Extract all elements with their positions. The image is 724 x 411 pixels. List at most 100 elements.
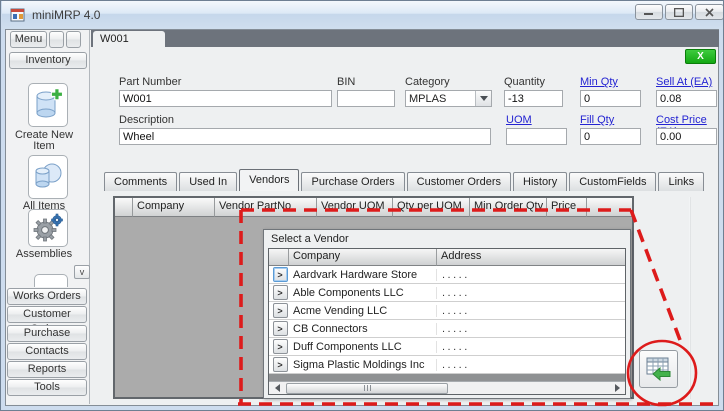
create-new-item-button[interactable] (28, 83, 68, 127)
horizontal-scrollbar[interactable] (269, 381, 625, 394)
select-row-button[interactable]: > (273, 357, 288, 372)
tab-vendors[interactable]: Vendors (239, 169, 299, 191)
vendor-row[interactable]: > Aardvark Hardware Store ..... (269, 266, 625, 284)
bin-label: BIN (337, 76, 355, 88)
row-selector-header (115, 198, 133, 217)
quantity-field[interactable] (504, 90, 563, 107)
tab-used-in[interactable]: Used In (179, 172, 237, 191)
fill-qty-link[interactable]: Fill Qty (580, 114, 614, 126)
sidebar-item-tools[interactable]: Tools (7, 379, 87, 396)
fill-qty-field[interactable] (580, 128, 641, 145)
gears-icon (31, 212, 65, 244)
vendor-list-empty-area (269, 374, 625, 381)
vendor-company: Sigma Plastic Moldings Inc (289, 359, 437, 371)
row-selector-header (269, 249, 289, 266)
select-vendor-popup: Select a Vendor Company Address > Aardva… (263, 229, 631, 399)
uom-link[interactable]: UOM (506, 114, 532, 126)
tab-customer-orders[interactable]: Customer Orders (407, 172, 511, 191)
part-number-field[interactable] (119, 90, 332, 107)
window-title: miniMRP 4.0 (32, 8, 100, 22)
sell-at-field[interactable] (656, 90, 717, 107)
maximize-button[interactable] (665, 4, 693, 20)
vendor-row[interactable]: > CB Connectors ..... (269, 320, 625, 338)
close-item-button[interactable]: X (685, 49, 716, 64)
minimize-icon (644, 8, 654, 16)
vendor-company: Duff Components LLC (289, 341, 437, 353)
vendor-address: ..... (437, 323, 625, 335)
pick-vendor-from-grid-button[interactable] (639, 350, 678, 388)
sidebar-inventory-button[interactable]: Inventory (9, 52, 87, 69)
column-header-price[interactable]: Price (547, 198, 587, 217)
column-header-vendor-partno[interactable]: Vendor PartNo (215, 198, 317, 217)
vendor-address: ..... (437, 359, 625, 371)
category-value: MPLAS (406, 91, 475, 106)
chevron-down-icon[interactable] (475, 91, 491, 106)
sidebar-item-reports[interactable]: Reports (7, 361, 87, 378)
tab-purchase-orders[interactable]: Purchase Orders (301, 172, 404, 191)
vendor-row[interactable]: > Acme Vending LLC ..... (269, 302, 625, 320)
sidebar-item-purchase-orders[interactable]: Purchase Orders (7, 325, 87, 342)
description-field[interactable] (119, 128, 491, 145)
select-row-button[interactable]: > (273, 267, 288, 282)
scrollbar-thumb[interactable] (286, 383, 448, 394)
close-button[interactable] (695, 4, 724, 20)
assemblies-label: Assemblies (4, 249, 84, 260)
vendor-row[interactable]: > Sigma Plastic Moldings Inc ..... (269, 356, 625, 374)
column-header-min-order-qty[interactable]: Min Order Qty (470, 198, 547, 217)
vendor-address: ..... (437, 341, 625, 353)
all-items-button[interactable] (28, 155, 68, 199)
popup-title: Select a Vendor (264, 230, 630, 245)
vendor-address: ..... (437, 287, 625, 299)
select-row-button[interactable]: > (273, 303, 288, 318)
sidebar-item-customer-orders[interactable]: Customer Orders (7, 306, 87, 323)
select-row-button[interactable]: > (273, 339, 288, 354)
sidebar-item-works-orders[interactable]: Works Orders (7, 288, 87, 305)
tab-comments[interactable]: Comments (104, 172, 177, 191)
title-bar: miniMRP 4.0 (2, 1, 724, 29)
cost-price-field[interactable] (656, 128, 717, 145)
column-header-filler (587, 198, 632, 217)
tab-w001[interactable]: W001 (93, 31, 165, 47)
tab-history[interactable]: History (513, 172, 567, 191)
menu-button[interactable]: Menu (10, 31, 47, 48)
assemblies-button[interactable] (28, 209, 68, 247)
close-icon (705, 8, 714, 17)
uom-field[interactable] (506, 128, 567, 145)
vendor-row[interactable]: > Able Components LLC ..... (269, 284, 625, 302)
pick-from-grid-icon (645, 356, 673, 382)
min-qty-field[interactable] (580, 90, 641, 107)
sidebar-item-contacts[interactable]: Contacts (7, 343, 87, 360)
app-icon (10, 7, 26, 23)
new-item-cylinder-plus-icon (31, 87, 65, 123)
scroll-left-icon[interactable] (269, 382, 285, 394)
part-number-label: Part Number (119, 76, 181, 88)
vendor-list-header: Company Address (269, 249, 625, 266)
select-row-button[interactable]: > (273, 321, 288, 336)
minimize-button[interactable] (635, 4, 663, 20)
column-header-company[interactable]: Company (289, 249, 437, 266)
vendor-row[interactable]: > Duff Components LLC ..... (269, 338, 625, 356)
min-qty-link[interactable]: Min Qty (580, 76, 618, 88)
toolbar-blank-button-2[interactable] (66, 31, 81, 48)
all-items-cylinders-icon (31, 160, 65, 194)
bin-field[interactable] (337, 90, 395, 107)
column-header-address[interactable]: Address (437, 249, 625, 266)
column-header-qty-per-uom[interactable]: Qty per UOM (393, 198, 470, 217)
sidebar-collapse-button[interactable]: v (74, 265, 90, 279)
hidden-icon-partial (34, 274, 68, 287)
column-header-company[interactable]: Company (133, 198, 215, 217)
vendor-list: Company Address > Aardvark Hardware Stor… (268, 248, 626, 395)
tab-customfields[interactable]: CustomFields (569, 172, 656, 191)
select-row-button[interactable]: > (273, 285, 288, 300)
column-header-vendor-uom[interactable]: Vendor UOM (317, 198, 393, 217)
sell-at-link[interactable]: Sell At (EA) (656, 76, 712, 88)
vendor-company: Able Components LLC (289, 287, 437, 299)
toolbar-blank-button-1[interactable] (49, 31, 64, 48)
vendor-address: ..... (437, 305, 625, 317)
scroll-right-icon[interactable] (609, 382, 625, 394)
tab-links[interactable]: Links (658, 172, 704, 191)
category-dropdown[interactable]: MPLAS (405, 90, 492, 107)
description-label: Description (119, 114, 174, 126)
document-tabstrip (91, 30, 719, 47)
create-new-item-label: Create New Item (4, 130, 84, 152)
